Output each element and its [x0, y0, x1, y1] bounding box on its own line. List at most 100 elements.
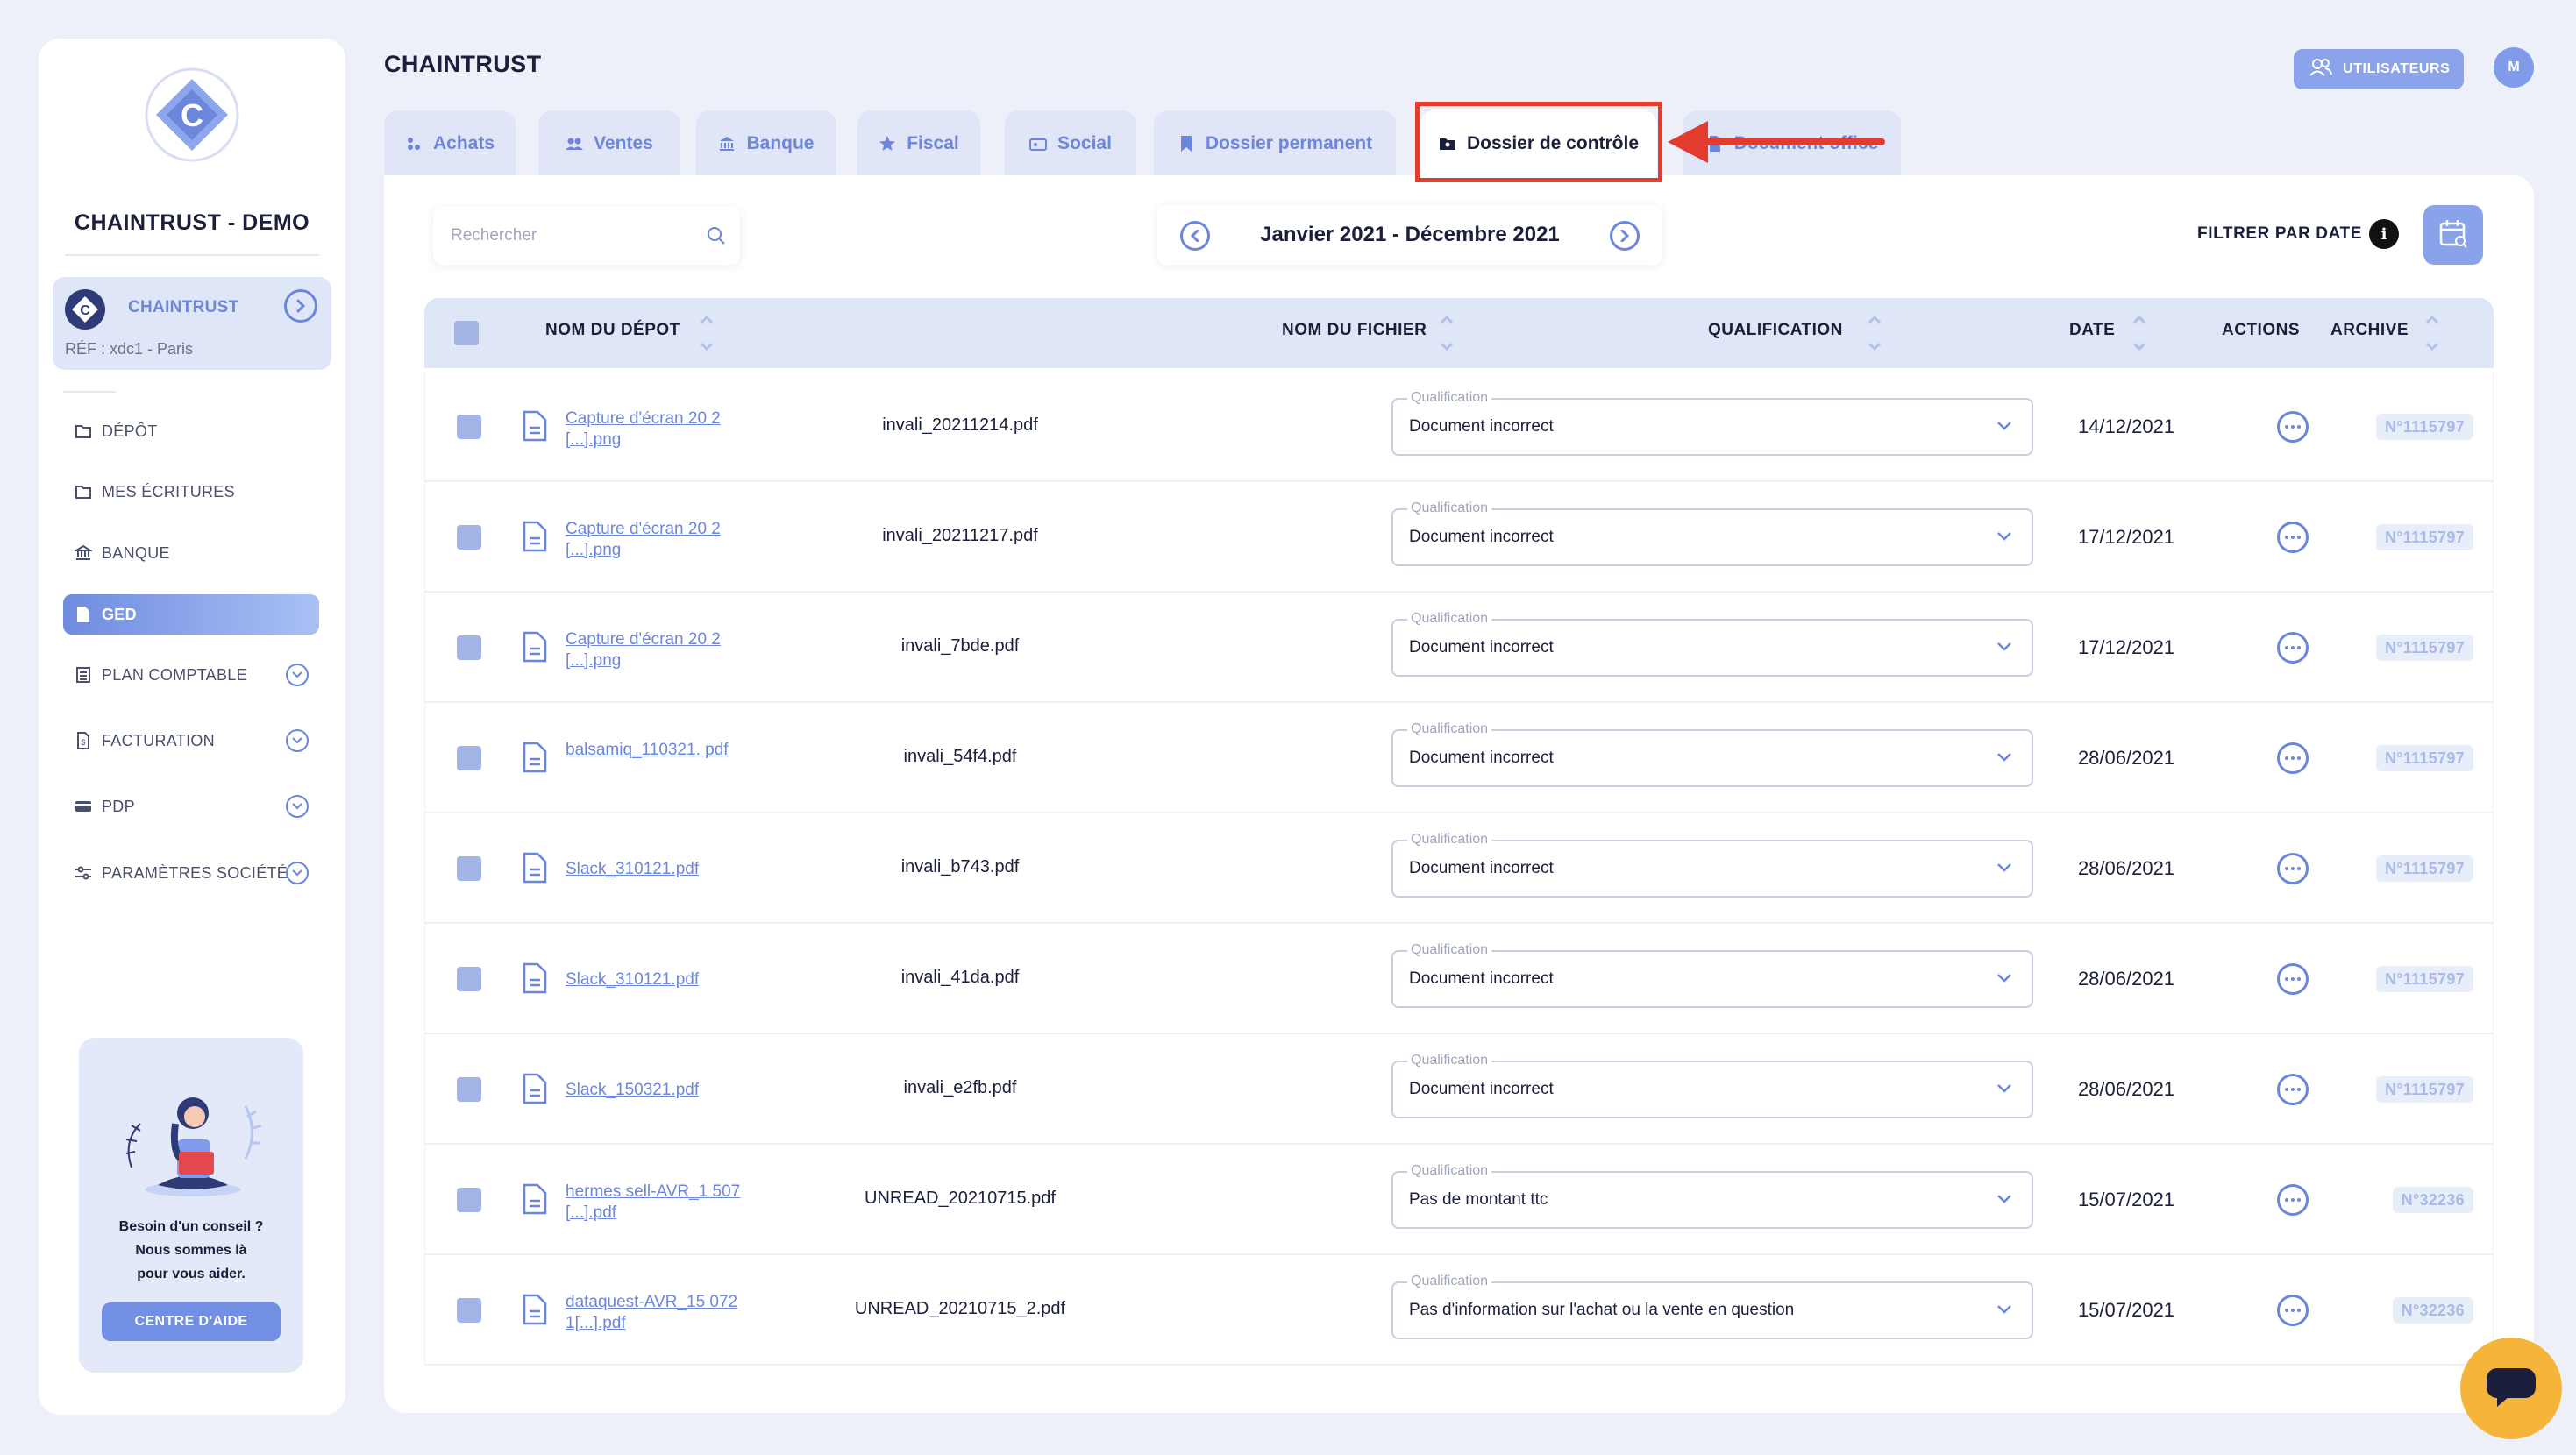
qualification-select[interactable]: Qualification Document incorrect — [1391, 390, 2033, 456]
bank-icon — [718, 135, 736, 153]
invoice-icon: $ — [74, 731, 93, 750]
more-actions-icon[interactable] — [2277, 742, 2309, 774]
qualification-select[interactable]: Qualification Document incorrect — [1391, 721, 2033, 787]
table-row: Slack_150321.pdf invali_e2fb.pdf Qualifi… — [424, 1034, 2494, 1145]
column-header-date[interactable]: DATE — [2069, 321, 2115, 340]
depot-file-link[interactable]: Capture d'écran 20 2[...].png — [566, 629, 741, 671]
row-date: 28/06/2021 — [2077, 857, 2175, 879]
nav-item-depot[interactable]: DÉPÔT — [63, 411, 319, 451]
row-checkbox[interactable] — [457, 1188, 481, 1212]
tab-banque[interactable]: Banque — [696, 110, 836, 177]
tab-ventes[interactable]: Ventes — [538, 110, 680, 177]
chat-support-button[interactable] — [2460, 1338, 2562, 1439]
qualification-select[interactable]: Qualification Pas de montant ttc — [1391, 1163, 2033, 1229]
row-checkbox[interactable] — [457, 967, 481, 991]
row-checkbox[interactable] — [457, 415, 481, 439]
column-header-actions: ACTIONS — [2222, 321, 2300, 339]
sort-icon[interactable] — [2423, 310, 2441, 356]
row-checkbox[interactable] — [457, 1077, 481, 1102]
help-center-button[interactable]: CENTRE D'AIDE — [102, 1302, 281, 1341]
company-name: CHAINTRUST - DEMO — [74, 210, 310, 235]
depot-file-link[interactable]: Capture d'écran 20 2[...].png — [566, 519, 741, 561]
tab-achats[interactable]: Achats — [384, 110, 516, 177]
nav-item-facturation[interactable]: $ FACTURATION — [63, 720, 319, 761]
nav-item-parametres-societe[interactable]: PARAMÈTRES SOCIÉTÉ — [63, 853, 319, 893]
search-box[interactable] — [433, 207, 740, 265]
qualification-select[interactable]: Qualification Document incorrect — [1391, 1053, 2033, 1118]
info-icon[interactable]: i — [2369, 219, 2399, 249]
users-button[interactable]: UTILISATEURS — [2294, 49, 2464, 89]
chevron-down-icon[interactable] — [286, 862, 309, 884]
nav-item-banque[interactable]: BANQUE — [63, 533, 319, 573]
nav-item-mes-ecritures[interactable]: MES ÉCRITURES — [63, 472, 319, 512]
qualification-select[interactable]: Qualification Document incorrect — [1391, 611, 2033, 677]
table-row: balsamiq_110321. pdf invali_54f4.pdf Qua… — [424, 703, 2494, 813]
depot-file-link[interactable]: balsamiq_110321. pdf — [566, 740, 741, 761]
depot-file-link[interactable]: Slack_310121.pdf — [566, 969, 741, 990]
qualification-select[interactable]: Qualification Document incorrect — [1391, 832, 2033, 898]
qualification-select[interactable]: Qualification Document incorrect — [1391, 500, 2033, 566]
table-row: dataquest-AVR_15 0721[...].pdf UNREAD_20… — [424, 1255, 2494, 1366]
ledger-icon — [74, 665, 93, 685]
table-row: Capture d'écran 20 2[...].png invali_202… — [424, 372, 2494, 482]
search-input[interactable] — [451, 226, 696, 245]
depot-file-link[interactable]: dataquest-AVR_15 0721[...].pdf — [566, 1292, 741, 1334]
column-header-depot[interactable]: NOM DU DÉPOT — [545, 321, 680, 340]
row-checkbox[interactable] — [457, 856, 481, 881]
more-actions-icon[interactable] — [2277, 963, 2309, 995]
more-actions-icon[interactable] — [2277, 853, 2309, 884]
chevron-down-icon[interactable] — [286, 729, 309, 752]
chevron-down-icon[interactable] — [286, 795, 309, 818]
qualification-label: Qualification — [1407, 832, 1492, 848]
help-line: Nous sommes là — [135, 1243, 247, 1258]
row-checkbox[interactable] — [457, 525, 481, 550]
nav-item-label: BANQUE — [102, 543, 170, 562]
more-actions-icon[interactable] — [2277, 1074, 2309, 1105]
tab-label: Social — [1057, 133, 1112, 153]
depot-file-link[interactable]: hermes sell-AVR_1 507[...].pdf — [566, 1182, 741, 1224]
nav-item-label: PLAN COMPTABLE — [102, 665, 247, 684]
chevron-down-icon[interactable] — [286, 664, 309, 686]
organization-card[interactable]: C CHAINTRUST RÉF : xdc1 - Paris — [53, 277, 331, 370]
qualification-select[interactable]: Qualification Document incorrect — [1391, 942, 2033, 1008]
annotation-highlight-box — [1415, 102, 1662, 182]
depot-file-link[interactable]: Slack_150321.pdf — [566, 1080, 741, 1101]
nav-item-pdp[interactable]: PDP — [63, 786, 319, 827]
column-header-qualification[interactable]: QUALIFICATION — [1708, 321, 1843, 340]
user-avatar[interactable]: M — [2494, 47, 2534, 88]
row-checkbox[interactable] — [457, 1298, 481, 1323]
chevron-down-icon — [1997, 422, 2011, 430]
folder-edit-icon — [74, 482, 93, 501]
more-actions-icon[interactable] — [2277, 522, 2309, 553]
sort-icon[interactable] — [1438, 310, 1455, 356]
qualification-select[interactable]: Qualification Pas d'information sur l'ac… — [1391, 1274, 2033, 1339]
file-icon — [523, 631, 547, 663]
tab-dossier-permanent[interactable]: Dossier permanent — [1154, 110, 1396, 177]
archive-badge: N°1115797 — [2376, 414, 2473, 440]
search-icon[interactable] — [707, 226, 726, 250]
sort-icon[interactable] — [1866, 310, 1883, 356]
nav-item-ged[interactable]: GED — [63, 594, 319, 635]
calendar-filter-button[interactable] — [2423, 205, 2483, 265]
more-actions-icon[interactable] — [2277, 632, 2309, 664]
depot-file-link[interactable]: Slack_310121.pdf — [566, 859, 741, 880]
more-actions-icon[interactable] — [2277, 1184, 2309, 1216]
depot-file-link[interactable]: Capture d'écran 20 2[...].png — [566, 408, 741, 451]
sort-icon[interactable] — [2131, 310, 2148, 356]
row-checkbox[interactable] — [457, 635, 481, 660]
column-header-archive[interactable]: ARCHIVE — [2330, 321, 2409, 340]
row-checkbox[interactable] — [457, 746, 481, 770]
qualification-value: Document incorrect — [1409, 417, 1554, 436]
nav-item-plan-comptable[interactable]: PLAN COMPTABLE — [63, 655, 319, 695]
chevron-right-icon[interactable] — [1610, 221, 1640, 251]
chaintrust-logo: C — [145, 67, 239, 162]
tab-social[interactable]: Social — [1005, 110, 1136, 177]
chevron-right-icon[interactable] — [284, 289, 317, 323]
svg-text:C: C — [80, 303, 90, 318]
tab-fiscal[interactable]: Fiscal — [857, 110, 980, 177]
column-header-file[interactable]: NOM DU FICHIER — [1282, 321, 1427, 340]
more-actions-icon[interactable] — [2277, 1295, 2309, 1326]
select-all-checkbox[interactable] — [454, 321, 479, 345]
sort-icon[interactable] — [698, 310, 715, 356]
more-actions-icon[interactable] — [2277, 411, 2309, 443]
